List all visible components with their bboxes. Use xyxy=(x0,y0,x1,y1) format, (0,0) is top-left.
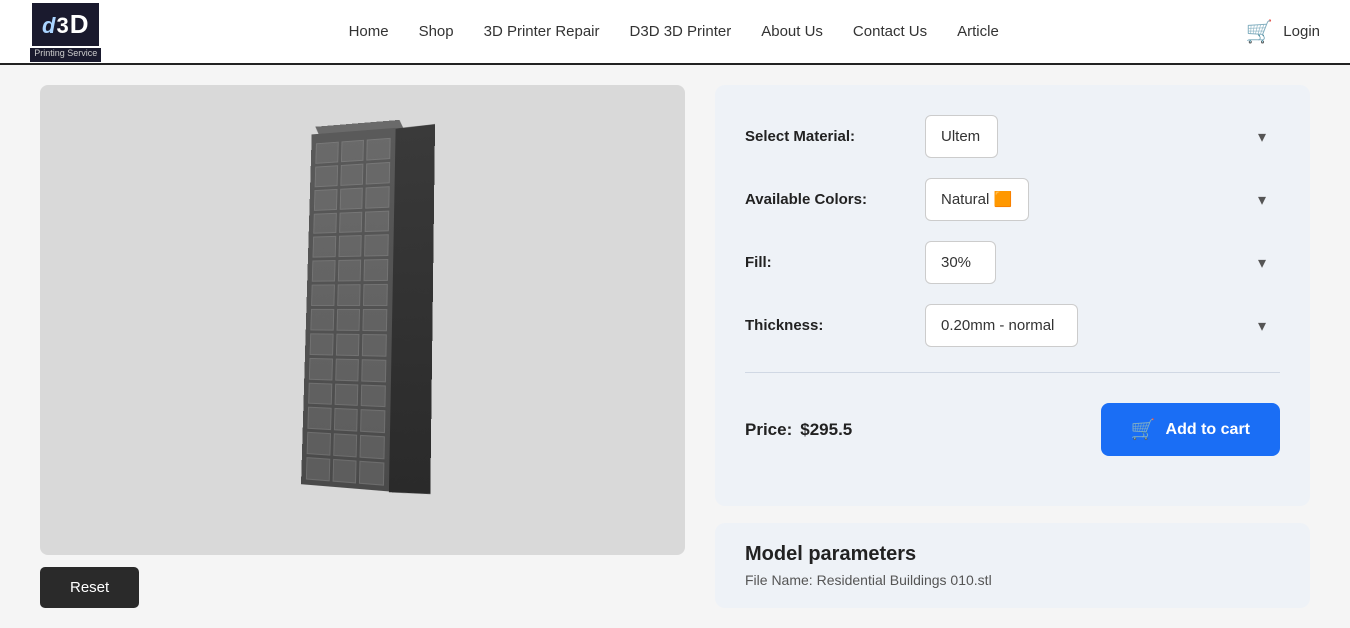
logo-text: d3D xyxy=(30,1,101,48)
window-cell xyxy=(309,333,333,355)
window-cell xyxy=(313,189,336,211)
add-to-cart-button[interactable]: 🛒 Add to cart xyxy=(1101,403,1280,456)
nav-item-shop[interactable]: Shop xyxy=(419,23,454,40)
window-cell xyxy=(311,260,334,282)
window-cell xyxy=(365,186,389,208)
window-cell xyxy=(335,334,359,356)
login-link[interactable]: Login xyxy=(1283,23,1320,40)
main-content: Reset Select Material: UltemPLAABSPETGNy… xyxy=(0,65,1350,628)
window-cell xyxy=(314,165,337,187)
product-options-panel: Select Material: UltemPLAABSPETGNylon Av… xyxy=(715,85,1310,506)
file-name-label: File Name: xyxy=(745,572,813,588)
header: d3D Printing Service Home Shop 3D Printer … xyxy=(0,0,1350,65)
window-cell xyxy=(332,434,357,458)
nav-item-d3d-3d-printer[interactable]: D3D 3D Printer xyxy=(630,23,732,40)
window-cell xyxy=(340,140,364,162)
window-cell xyxy=(308,358,332,380)
thickness-row: Thickness: 0.10mm - fine0.15mm - medium0… xyxy=(745,304,1280,347)
window-cell xyxy=(336,309,360,331)
color-select-wrapper: Natural 🟧 xyxy=(925,178,1280,221)
building-front xyxy=(301,128,396,492)
window-cell xyxy=(360,410,385,434)
window-cell xyxy=(361,359,386,382)
file-name-value: Residential Buildings 010.stl xyxy=(817,572,992,588)
material-select-wrapper: UltemPLAABSPETGNylon xyxy=(925,115,1280,158)
window-cell xyxy=(340,163,364,185)
header-right: 🛒 Login xyxy=(1246,19,1320,45)
window-cell xyxy=(308,382,332,405)
window-cell xyxy=(336,284,360,306)
nav-item-home[interactable]: Home xyxy=(349,23,389,40)
thickness-select[interactable]: 0.10mm - fine0.15mm - medium0.20mm - nor… xyxy=(925,304,1078,347)
fill-select-wrapper: 10%20%30%40%50%100% xyxy=(925,241,1280,284)
window-cell xyxy=(338,211,362,233)
price-value: $295.5 xyxy=(800,420,852,440)
window-cell xyxy=(359,435,384,459)
window-cell xyxy=(334,383,358,406)
price-group: Price: $295.5 xyxy=(745,420,852,440)
3d-model xyxy=(301,126,425,494)
window-cell xyxy=(332,459,357,483)
window-cell xyxy=(364,235,388,257)
window-cell xyxy=(334,358,358,381)
logo-sub: Printing Service xyxy=(30,48,101,62)
cart-button-icon: 🛒 xyxy=(1131,417,1156,442)
window-cell xyxy=(366,162,390,184)
color-row: Available Colors: Natural 🟧 xyxy=(745,178,1280,221)
window-cell xyxy=(364,210,388,232)
model-viewer: Reset xyxy=(40,85,685,608)
window-cell xyxy=(359,461,384,486)
logo[interactable]: d3D Printing Service xyxy=(30,1,101,62)
fill-row: Fill: 10%20%30%40%50%100% xyxy=(745,241,1280,284)
color-select[interactable]: Natural 🟧 xyxy=(925,178,1029,221)
window-cell xyxy=(305,457,329,481)
thickness-label: Thickness: xyxy=(745,317,905,334)
model-params-panel: Model parameters File Name: Residential … xyxy=(715,523,1310,608)
window-cell xyxy=(310,309,334,331)
model-params-title: Model parameters xyxy=(745,543,1280,566)
window-cell xyxy=(362,334,387,357)
material-select[interactable]: UltemPLAABSPETGNylon xyxy=(925,115,998,158)
window-cell xyxy=(337,260,361,282)
reset-button[interactable]: Reset xyxy=(40,567,139,608)
window-cell xyxy=(306,432,330,456)
nav-item-article[interactable]: Article xyxy=(957,23,999,40)
material-row: Select Material: UltemPLAABSPETGNylon xyxy=(745,115,1280,158)
fill-select[interactable]: 10%20%30%40%50%100% xyxy=(925,241,996,284)
window-cell xyxy=(362,309,387,331)
fill-label: Fill: xyxy=(745,254,905,271)
window-cell xyxy=(363,284,388,306)
window-cell xyxy=(363,259,387,281)
window-cell xyxy=(315,142,338,164)
nav-item-contact-us[interactable]: Contact Us xyxy=(853,23,927,40)
divider xyxy=(745,372,1280,373)
thickness-select-wrapper: 0.10mm - fine0.15mm - medium0.20mm - nor… xyxy=(925,304,1280,347)
nav-item-about-us[interactable]: About Us xyxy=(761,23,823,40)
nav-item-3d-printer-repair[interactable]: 3D Printer Repair xyxy=(484,23,600,40)
add-to-cart-label: Add to cart xyxy=(1166,421,1250,439)
price-label: Price: xyxy=(745,420,792,440)
building-side xyxy=(388,124,434,494)
material-label: Select Material: xyxy=(745,128,905,145)
right-column: Select Material: UltemPLAABSPETGNylon Av… xyxy=(715,85,1310,608)
main-nav: Home Shop 3D Printer Repair D3D 3D Printer A… xyxy=(349,23,999,41)
model-params-filename: File Name: Residential Buildings 010.stl xyxy=(745,572,1280,588)
window-cell xyxy=(307,407,331,430)
cart-icon[interactable]: 🛒 xyxy=(1246,19,1273,45)
window-cell xyxy=(361,384,386,407)
model-canvas xyxy=(40,85,685,555)
window-grid xyxy=(305,138,390,486)
window-cell xyxy=(339,187,363,209)
window-cell xyxy=(366,138,390,161)
price-row: Price: $295.5 🛒 Add to cart xyxy=(745,403,1280,456)
window-cell xyxy=(338,235,362,257)
color-label: Available Colors: xyxy=(745,191,905,208)
window-cell xyxy=(313,212,336,234)
window-cell xyxy=(311,285,335,306)
window-cell xyxy=(333,408,357,432)
window-cell xyxy=(312,236,335,258)
